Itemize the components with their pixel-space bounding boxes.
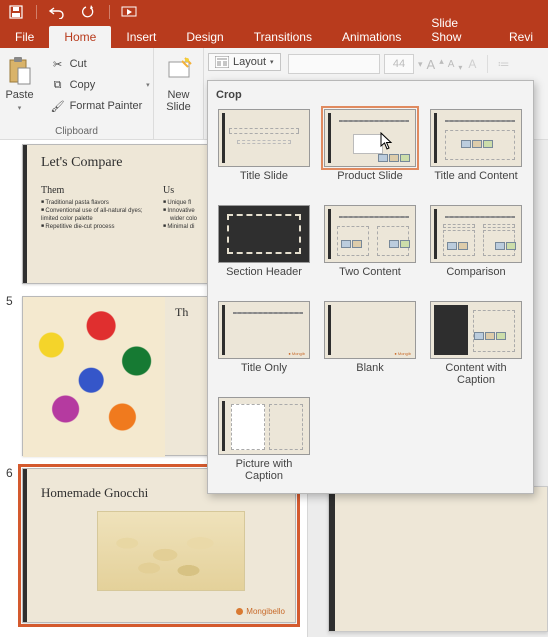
save-button[interactable] [2,0,30,24]
layout-option-product-slide[interactable]: Product Slide [322,109,418,195]
scissors-icon: ✂ [50,56,66,72]
tab-file[interactable]: File [0,26,49,48]
layout-option-blank[interactable]: ● Mongib Blank [322,301,418,387]
layout-option-title-slide[interactable]: Title Slide [216,109,312,195]
redo-button[interactable] [75,0,103,24]
tab-transitions[interactable]: Transitions [239,26,327,48]
layout-option-title-and-content[interactable]: Title and Content [428,109,524,195]
cut-button[interactable]: ✂Cut [45,54,155,74]
gallery-section-label: Crop [208,81,533,105]
start-show-button[interactable] [116,0,144,24]
ribbon-tabs: File Home Insert Design Transitions Anim… [0,24,548,48]
font-size-box: 44 [384,54,414,74]
layout-option-title-only[interactable]: ● Mongib Title Only [216,301,312,387]
layout-option-section-header[interactable]: Section Header [216,205,312,291]
layout-icon [215,56,229,68]
tab-animations[interactable]: Animations [327,26,416,48]
layout-option-content-with-caption[interactable]: Content with Caption [428,301,524,387]
current-slide-canvas[interactable] [328,486,548,632]
tab-slide-show[interactable]: Slide Show [416,12,494,48]
paste-button[interactable]: Paste▾ [0,52,41,116]
copy-icon: ⧉ [50,77,66,93]
tab-design[interactable]: Design [171,26,238,48]
layout-option-two-content[interactable]: Two Content [322,205,418,291]
tab-insert[interactable]: Insert [111,26,171,48]
slide-title: Homemade Gnocchi [41,485,148,501]
copy-button[interactable]: ⧉Copy▾ [45,75,155,95]
tab-review-truncated[interactable]: Revi [494,26,548,48]
brush-icon: 🖌 [50,98,66,114]
chevron-down-icon: ▾ [270,58,274,66]
tab-home[interactable]: Home [49,26,111,48]
new-slide-button[interactable]: New Slide [158,52,200,116]
layout-option-comparison[interactable]: Comparison [428,205,524,291]
undo-button[interactable] [43,0,71,24]
slide-title: Let's Compare [41,155,122,171]
format-painter-button[interactable]: 🖌Format Painter [45,96,155,116]
layout-gallery-popup: Crop Title Slide Product Slide Title and… [207,80,534,494]
gnocchi-image [97,511,245,591]
font-controls-disabled: 44 ▾ A▴ A▾ A ≔ [288,54,509,74]
group-label-clipboard: Clipboard [55,126,98,137]
pasta-image [23,297,165,457]
font-family-box [288,54,380,74]
brand-footer: Mongibello [236,607,285,616]
layout-dropdown[interactable]: Layout ▾ [208,53,281,71]
layout-option-picture-with-caption[interactable]: Picture with Caption [216,397,312,483]
paste-label: Paste [5,89,33,101]
